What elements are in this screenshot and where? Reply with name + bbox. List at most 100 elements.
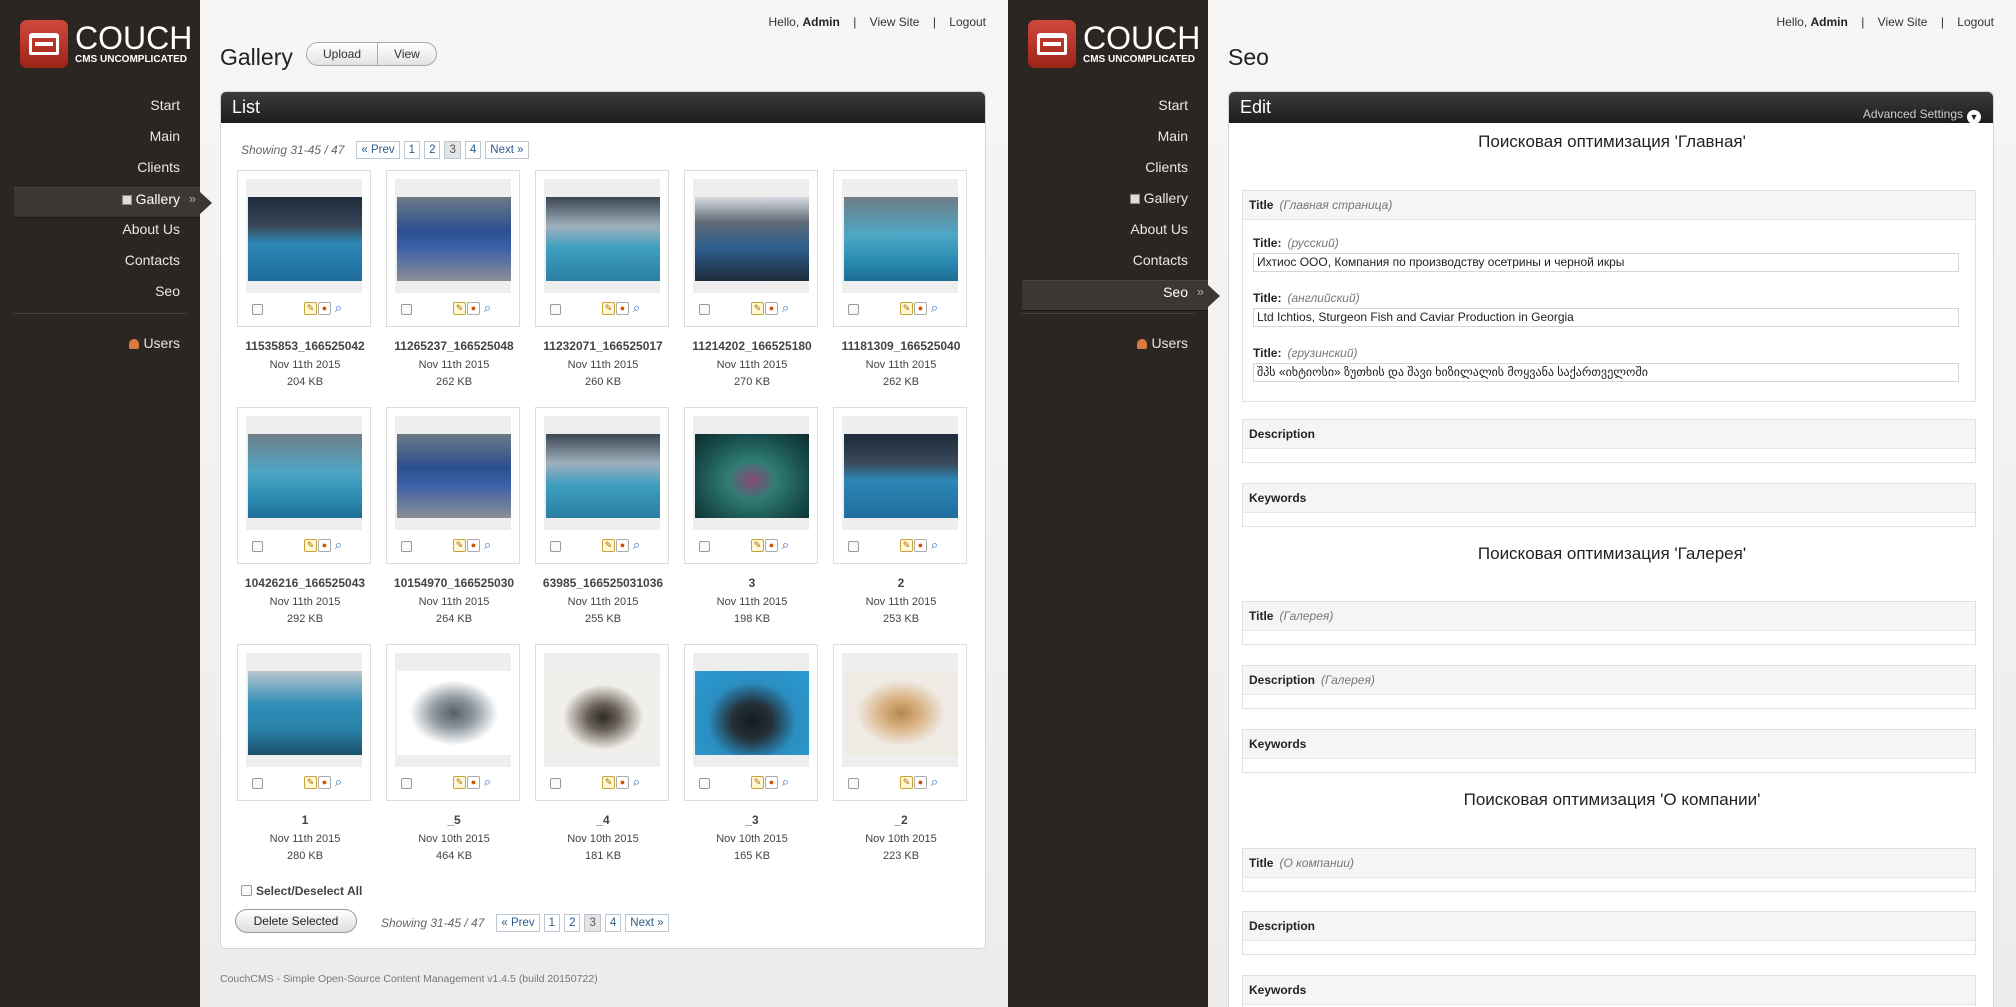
thumbnail-image[interactable] — [695, 434, 809, 518]
group-header[interactable]: Title (Галерея) — [1243, 602, 1975, 631]
group-header[interactable]: Keywords — [1243, 730, 1975, 759]
delete-icon[interactable]: ● — [914, 776, 927, 789]
item-checkbox[interactable] — [550, 778, 561, 789]
nav-item-contacts[interactable]: Contacts — [1008, 249, 1208, 280]
thumbnail-image[interactable] — [546, 197, 660, 281]
zoom-icon[interactable]: ⌕ — [332, 775, 345, 789]
item-name[interactable]: 10154970_166525030 — [386, 576, 522, 590]
delete-icon[interactable]: ● — [765, 539, 778, 552]
thumbnail-image[interactable] — [248, 197, 362, 281]
group-header[interactable]: Description — [1243, 420, 1975, 449]
zoom-icon[interactable]: ⌕ — [779, 775, 792, 789]
nav-item-seo[interactable]: Seo » — [1022, 280, 1220, 311]
delete-icon[interactable]: ● — [765, 302, 778, 315]
edit-icon[interactable]: ✎ — [751, 539, 764, 552]
delete-icon[interactable]: ● — [467, 776, 480, 789]
zoom-icon[interactable]: ⌕ — [779, 538, 792, 552]
edit-icon[interactable]: ✎ — [900, 302, 913, 315]
item-name[interactable]: 11535853_166525042 — [237, 339, 373, 353]
title-input-ru[interactable]: Ихтиос ООО, Компания по производству осе… — [1253, 253, 1959, 272]
edit-icon[interactable]: ✎ — [900, 539, 913, 552]
item-checkbox[interactable] — [252, 778, 263, 789]
item-checkbox[interactable] — [401, 304, 412, 315]
nav-item-clients[interactable]: Clients — [1008, 156, 1208, 187]
item-name[interactable]: _5 — [386, 813, 522, 827]
item-checkbox[interactable] — [699, 304, 710, 315]
item-checkbox[interactable] — [848, 304, 859, 315]
item-name[interactable]: 11232071_166525017 — [535, 339, 671, 353]
delete-selected-button[interactable]: Delete Selected — [235, 909, 357, 933]
select-all-checkbox[interactable] — [241, 885, 252, 896]
thumbnail-image[interactable] — [546, 671, 660, 755]
edit-icon[interactable]: ✎ — [453, 539, 466, 552]
zoom-icon[interactable]: ⌕ — [481, 301, 494, 315]
item-checkbox[interactable] — [401, 541, 412, 552]
item-checkbox[interactable] — [252, 304, 263, 315]
item-checkbox[interactable] — [550, 304, 561, 315]
nav-item-users[interactable]: Users — [0, 332, 200, 363]
zoom-icon[interactable]: ⌕ — [481, 538, 494, 552]
thumbnail-image[interactable] — [248, 671, 362, 755]
delete-icon[interactable]: ● — [616, 539, 629, 552]
logout-link[interactable]: Logout — [949, 15, 986, 29]
nav-item-start[interactable]: Start — [0, 94, 200, 125]
edit-icon[interactable]: ✎ — [304, 302, 317, 315]
zoom-icon[interactable]: ⌕ — [332, 301, 345, 315]
upload-button[interactable]: Upload — [307, 43, 379, 65]
item-checkbox[interactable] — [848, 778, 859, 789]
nav-item-clients[interactable]: Clients — [0, 156, 200, 187]
next-page-link[interactable]: Next » — [625, 914, 669, 932]
item-checkbox[interactable] — [550, 541, 561, 552]
advanced-settings-toggle[interactable]: Advanced Settings ▼ — [1863, 99, 1981, 129]
page-link[interactable]: 2 — [424, 141, 441, 159]
item-checkbox[interactable] — [252, 541, 263, 552]
item-name[interactable]: 11181309_166525040 — [833, 339, 969, 353]
page-link[interactable]: 1 — [403, 141, 421, 159]
delete-icon[interactable]: ● — [318, 539, 331, 552]
item-name[interactable]: 63985_166525031036 — [535, 576, 671, 590]
zoom-icon[interactable]: ⌕ — [630, 301, 643, 315]
view-site-link[interactable]: View Site — [870, 15, 920, 29]
delete-icon[interactable]: ● — [318, 302, 331, 315]
item-checkbox[interactable] — [699, 778, 710, 789]
view-site-link[interactable]: View Site — [1878, 15, 1928, 29]
thumbnail-image[interactable] — [248, 434, 362, 518]
item-name[interactable]: _3 — [684, 813, 820, 827]
edit-icon[interactable]: ✎ — [453, 776, 466, 789]
delete-icon[interactable]: ● — [467, 302, 480, 315]
title-input-ka[interactable]: შპს «იხტიოსი» ზუთხის და შავი ხიზილალის მ… — [1253, 363, 1959, 382]
group-header[interactable]: Description — [1243, 912, 1975, 941]
nav-item-start[interactable]: Start — [1008, 94, 1208, 125]
delete-icon[interactable]: ● — [467, 539, 480, 552]
delete-icon[interactable]: ● — [765, 776, 778, 789]
nav-item-about-us[interactable]: About Us — [1008, 218, 1208, 249]
delete-icon[interactable]: ● — [318, 776, 331, 789]
group-header[interactable]: Description (Галерея) — [1243, 666, 1975, 695]
zoom-icon[interactable]: ⌕ — [481, 775, 494, 789]
next-page-link[interactable]: Next » — [485, 141, 529, 159]
nav-item-gallery[interactable]: Gallery » — [14, 187, 212, 218]
item-name[interactable]: 11265237_166525048 — [386, 339, 522, 353]
thumbnail-image[interactable] — [844, 434, 958, 518]
thumbnail-image[interactable] — [844, 671, 958, 755]
edit-icon[interactable]: ✎ — [602, 539, 615, 552]
zoom-icon[interactable]: ⌕ — [928, 538, 941, 552]
zoom-icon[interactable]: ⌕ — [630, 538, 643, 552]
item-name[interactable]: 2 — [833, 576, 969, 590]
edit-icon[interactable]: ✎ — [602, 776, 615, 789]
page-link[interactable]: 2 — [564, 914, 581, 932]
thumbnail-image[interactable] — [397, 671, 511, 755]
delete-icon[interactable]: ● — [914, 302, 927, 315]
edit-icon[interactable]: ✎ — [751, 302, 764, 315]
group-header[interactable]: Title (О компании) — [1243, 849, 1975, 878]
edit-icon[interactable]: ✎ — [602, 302, 615, 315]
prev-page-link[interactable]: « Prev — [356, 141, 400, 159]
group-header[interactable]: Keywords — [1243, 976, 1975, 1005]
group-header[interactable]: Title (Главная страница) — [1243, 191, 1975, 220]
nav-item-users[interactable]: Users — [1008, 332, 1208, 363]
thumbnail-image[interactable] — [397, 197, 511, 281]
zoom-icon[interactable]: ⌕ — [928, 775, 941, 789]
select-all[interactable]: Select/Deselect All — [241, 884, 362, 898]
thumbnail-image[interactable] — [695, 671, 809, 755]
nav-item-main[interactable]: Main — [1008, 125, 1208, 156]
